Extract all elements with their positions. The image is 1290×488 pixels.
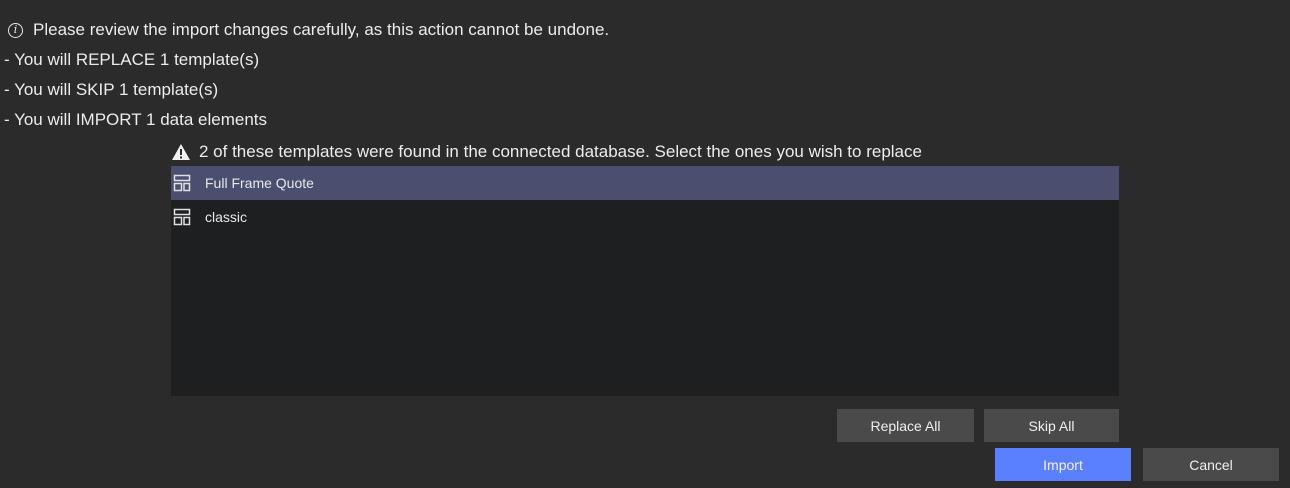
summary-skip: - You will SKIP 1 template(s) [4, 80, 219, 99]
import-button[interactable]: Import [995, 448, 1131, 481]
warning-icon [172, 144, 190, 160]
replace-all-button[interactable]: Replace All [837, 409, 974, 442]
summary-replace: - You will REPLACE 1 template(s) [4, 50, 260, 69]
import-review-dialog: i Please review the import changes caref… [0, 0, 1290, 488]
list-item[interactable]: Full Frame Quote [171, 166, 1119, 200]
summary-import: - You will IMPORT 1 data elements [4, 110, 268, 129]
list-item[interactable]: classic [171, 200, 1119, 234]
info-message-text: Please review the import changes careful… [33, 20, 610, 39]
list-item-label: classic [205, 209, 248, 225]
cancel-button[interactable]: Cancel [1143, 448, 1279, 481]
warning-message: 2 of these templates were found in the c… [171, 140, 922, 164]
skip-all-button[interactable]: Skip All [984, 409, 1119, 442]
info-icon: i [8, 22, 23, 38]
template-list[interactable]: Full Frame Quote classic [171, 166, 1119, 396]
info-message: i Please review the import changes caref… [4, 18, 609, 42]
list-item-label: Full Frame Quote [205, 175, 314, 191]
template-layout-icon [173, 208, 191, 226]
template-layout-icon [173, 174, 191, 192]
warning-message-text: 2 of these templates were found in the c… [199, 142, 922, 161]
